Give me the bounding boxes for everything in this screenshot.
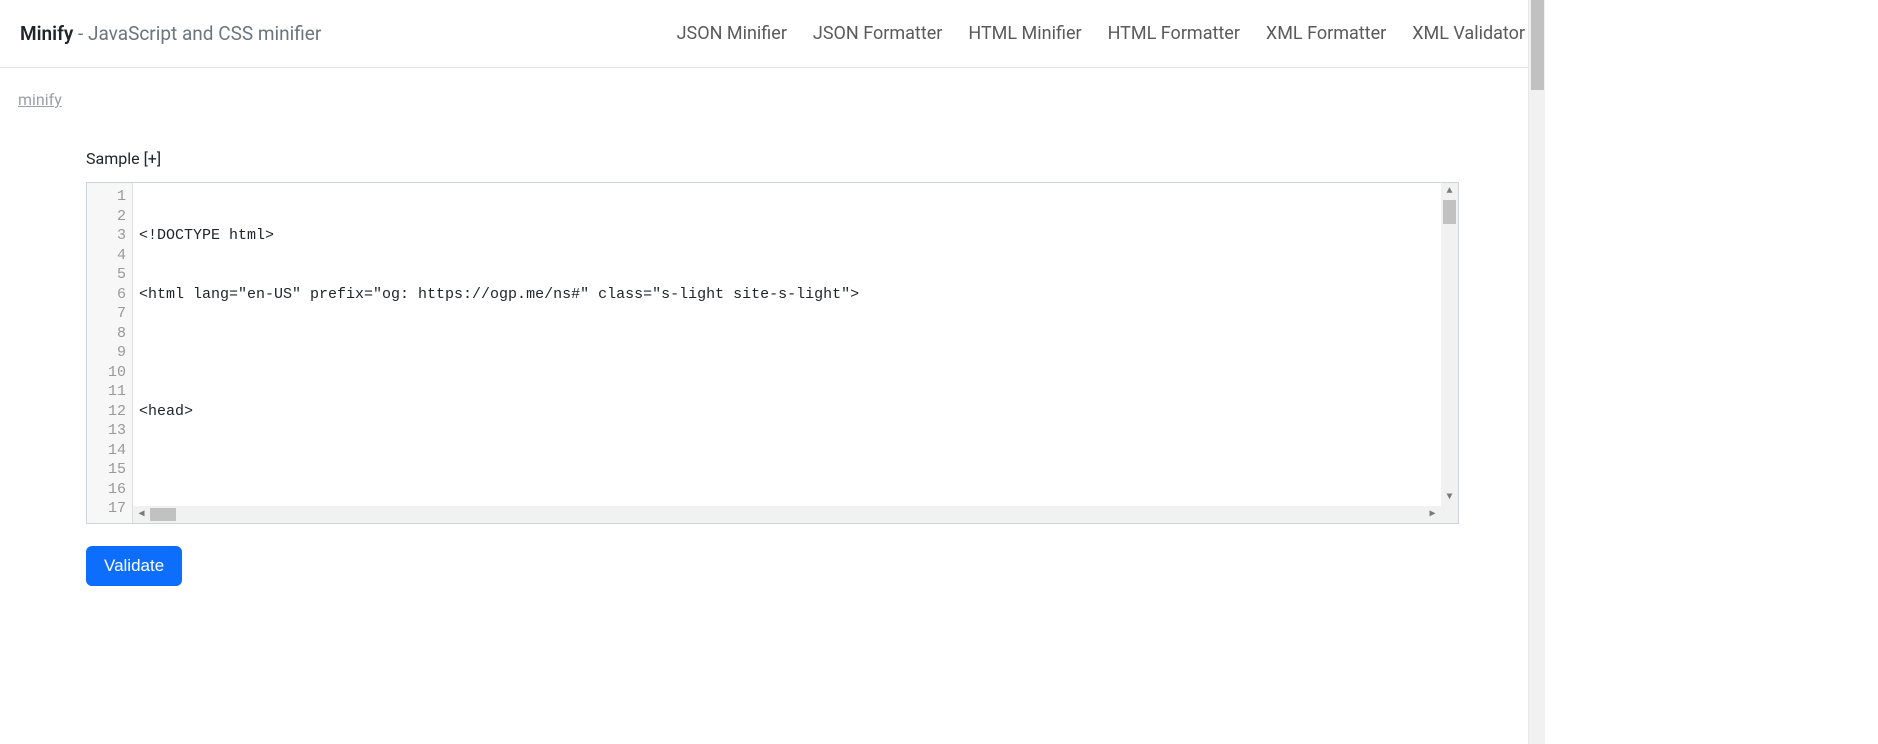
code-line [139, 343, 1440, 363]
page-scrollbar-thumb[interactable] [1531, 0, 1544, 90]
line-number: 1 [87, 187, 126, 207]
line-number: 4 [87, 246, 126, 266]
brand: Minify - JavaScript and CSS minifier [20, 22, 321, 45]
line-number: 9 [87, 343, 126, 363]
line-number: 11 [87, 382, 126, 402]
editor-scroll-corner [1441, 506, 1458, 523]
sample-label: Sample [86, 149, 144, 168]
nav-xml-validator[interactable]: XML Validator [1412, 23, 1525, 44]
breadcrumb: minify [0, 68, 1545, 109]
brand-tagline: - JavaScript and CSS minifier [73, 22, 321, 45]
code-lines[interactable]: <!DOCTYPE html> <html lang="en-US" prefi… [139, 187, 1440, 523]
line-number: 17 [87, 499, 126, 519]
editor-gutter: 1 2 3 4 5 6 7 8 9 10 11 12 13 14 15 16 1… [87, 183, 133, 523]
nav-xml-formatter[interactable]: XML Formatter [1266, 23, 1386, 44]
scroll-down-icon[interactable]: ▼ [1441, 489, 1458, 506]
code-editor[interactable]: 1 2 3 4 5 6 7 8 9 10 11 12 13 14 15 16 1… [86, 182, 1459, 524]
code-line: <!DOCTYPE html> [139, 226, 1440, 246]
editor-vertical-scrollbar[interactable]: ▲ ▼ [1441, 183, 1458, 506]
scroll-left-icon[interactable]: ◀ [133, 506, 150, 523]
code-line [139, 460, 1440, 480]
editor-vscroll-thumb[interactable] [1443, 200, 1456, 224]
validate-button[interactable]: Validate [86, 546, 182, 586]
line-number: 12 [87, 402, 126, 422]
code-line: <head> [139, 402, 1440, 422]
line-number: 3 [87, 226, 126, 246]
line-number: 16 [87, 480, 126, 500]
editor-hscroll-thumb[interactable] [150, 508, 176, 521]
brand-name: Minify [20, 22, 73, 45]
code-area[interactable]: <!DOCTYPE html> <html lang="en-US" prefi… [133, 183, 1458, 523]
main-content: Sample [+] 1 2 3 4 5 6 7 8 9 10 11 12 13… [0, 109, 1545, 586]
nav-html-minifier[interactable]: HTML Minifier [968, 23, 1081, 44]
line-number: 15 [87, 460, 126, 480]
line-number: 2 [87, 207, 126, 227]
nav-json-formatter[interactable]: JSON Formatter [813, 23, 942, 44]
line-number: 7 [87, 304, 126, 324]
top-nav: JSON Minifier JSON Formatter HTML Minifi… [677, 23, 1525, 44]
site-header: Minify - JavaScript and CSS minifier JSO… [0, 0, 1545, 68]
nav-html-formatter[interactable]: HTML Formatter [1108, 23, 1240, 44]
scroll-up-icon[interactable]: ▲ [1441, 183, 1458, 200]
editor-horizontal-scrollbar[interactable]: ◀ ▶ [133, 506, 1441, 523]
sample-row: Sample [+] [86, 149, 1459, 168]
code-line: <html lang="en-US" prefix="og: https://o… [139, 285, 1440, 305]
line-number: 5 [87, 265, 126, 285]
line-number: 14 [87, 441, 126, 461]
breadcrumb-minify[interactable]: minify [18, 90, 62, 109]
nav-json-minifier[interactable]: JSON Minifier [677, 23, 787, 44]
scroll-right-icon[interactable]: ▶ [1424, 506, 1441, 523]
line-number: 10 [87, 363, 126, 383]
line-number: 8 [87, 324, 126, 344]
line-number: 6 [87, 285, 126, 305]
page-scrollbar[interactable] [1528, 0, 1545, 744]
sample-toggle[interactable]: [+] [144, 149, 162, 168]
line-number: 13 [87, 421, 126, 441]
